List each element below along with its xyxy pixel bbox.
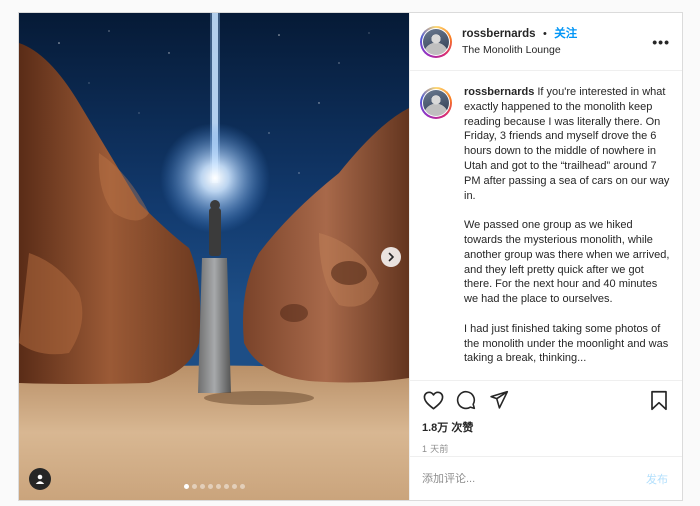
send-icon [490,390,509,409]
heart-icon [423,390,443,410]
carousel-dot [207,484,213,489]
bookmark-icon [651,390,667,410]
action-bar [422,389,670,411]
comment-button[interactable] [455,389,477,411]
carousel-dot [239,484,245,489]
caption-area: rossbernards If you're interested in wha… [410,71,682,380]
post-actions-section: 1.8万 次赞 1 天前 [410,380,682,456]
caption-paragraph: I had just finished taking some photos o… [464,322,669,365]
post-photo[interactable] [19,13,409,500]
location-link[interactable]: The Monolith Lounge [462,42,652,58]
post-timestamp[interactable]: 1 天前 [422,442,670,455]
post-sidebar: rossbernards • 关注 The Monolith Lounge ••… [409,13,682,500]
likes-count[interactable]: 1.8万 次赞 [422,419,670,435]
post-header: rossbernards • 关注 The Monolith Lounge ••… [410,13,682,71]
more-options-icon[interactable]: ••• [652,34,670,50]
next-photo-button[interactable] [381,247,401,267]
post-caption: rossbernards If you're interested in wha… [464,85,670,380]
monolith-photo [19,13,409,500]
like-button[interactable] [422,389,444,411]
instagram-post: rossbernards • 关注 The Monolith Lounge ••… [18,12,683,501]
carousel-dot [215,484,221,489]
comment-form: 发布 [410,456,682,500]
carousel-dot [183,484,189,489]
caption-username-link[interactable]: rossbernards [464,86,534,98]
share-button[interactable] [488,389,510,411]
comment-input[interactable] [422,472,646,485]
post-comment-button[interactable]: 发布 [646,471,668,487]
caption-avatar[interactable] [420,87,452,119]
carousel-dot [199,484,205,489]
carousel-dot [191,484,197,489]
follow-button[interactable]: 关注 [554,28,577,40]
save-button[interactable] [648,389,670,411]
carousel-dot [231,484,237,489]
chevron-right-icon [388,252,394,262]
username-link[interactable]: rossbernards [462,28,536,40]
avatar[interactable] [420,25,452,58]
post-author-info: rossbernards • 关注 The Monolith Lounge [462,25,652,58]
carousel-indicator [19,484,409,489]
carousel-dot [223,484,229,489]
caption-paragraph: We passed one group as we hiked towards … [464,219,670,306]
caption-paragraph: rossbernards If you're interested in wha… [464,86,670,202]
separator-dot: • [542,28,547,40]
comment-icon [456,391,476,410]
